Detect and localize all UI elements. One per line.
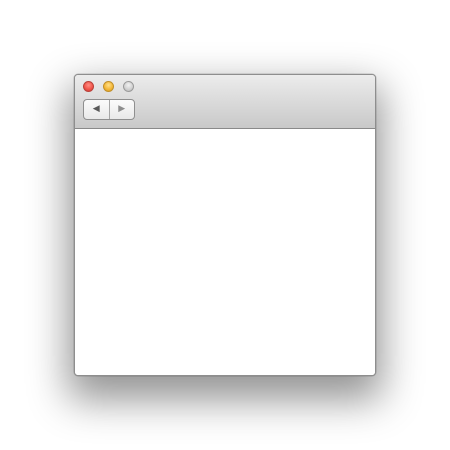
desktop: ◀ ▶ <box>0 0 450 450</box>
navigation-button-group: ◀ ▶ <box>83 99 135 120</box>
close-icon[interactable] <box>83 81 94 92</box>
minimize-icon[interactable] <box>103 81 114 92</box>
zoom-icon[interactable] <box>123 81 134 92</box>
forward-arrow-icon: ▶ <box>118 104 126 114</box>
forward-button[interactable]: ▶ <box>108 100 135 119</box>
window-content-area <box>75 129 375 375</box>
window-titlebar[interactable]: ◀ ▶ <box>75 75 375 129</box>
back-arrow-icon: ◀ <box>92 104 100 114</box>
back-button[interactable]: ◀ <box>84 100 109 119</box>
app-window: ◀ ▶ <box>74 74 376 376</box>
